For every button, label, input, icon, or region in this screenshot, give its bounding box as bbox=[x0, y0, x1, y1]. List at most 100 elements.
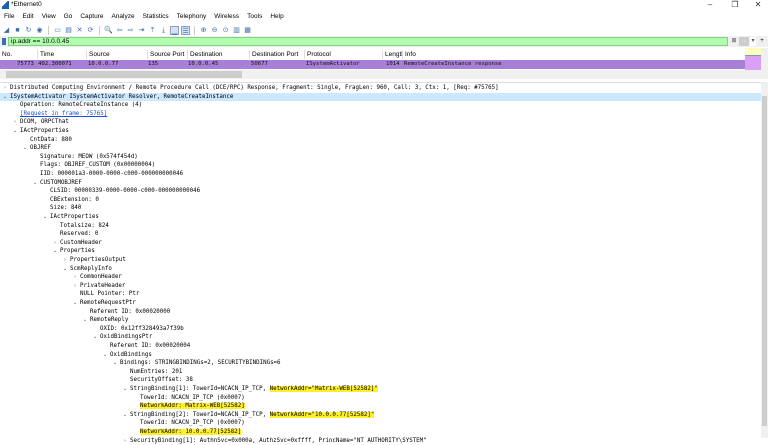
reload-icon[interactable]: ⟳ bbox=[86, 26, 95, 35]
tree-item[interactable]: Reserved: 0 bbox=[0, 230, 761, 239]
tree-item[interactable]: Signature: MEOW (0x574f454d) bbox=[0, 153, 761, 162]
chevron-right-icon[interactable]: › bbox=[11, 118, 19, 127]
menu-wireless[interactable]: Wireless bbox=[210, 12, 243, 22]
restart-icon[interactable]: ↻ bbox=[24, 26, 33, 35]
menu-statistics[interactable]: Statistics bbox=[139, 12, 173, 22]
chevron-down-icon[interactable]: ⌄ bbox=[91, 333, 99, 342]
tree-item[interactable]: ⌄ StringBinding[1]: TowerId=NCACN_IP_TCP,… bbox=[0, 385, 761, 394]
options-icon[interactable]: ◉ bbox=[35, 26, 44, 35]
tree-item[interactable]: IID: 000001a3-0000-0000-c000-00000000004… bbox=[0, 170, 761, 179]
tree-item[interactable]: › PropertiesOutput bbox=[0, 256, 761, 265]
column-source-port[interactable]: Source Port bbox=[148, 50, 188, 59]
tree-item[interactable]: › PrivateHeader bbox=[0, 282, 761, 291]
tree-item[interactable]: NULL Pointer: Ptr bbox=[0, 290, 761, 299]
tree-item[interactable]: ⌄ Properties bbox=[0, 247, 761, 256]
display-filter-input[interactable]: ip.addr == 10.0.0.45 bbox=[8, 37, 728, 46]
resize-columns-icon[interactable]: ▥ bbox=[232, 26, 241, 35]
chevron-down-icon[interactable]: ⌄ bbox=[101, 351, 109, 360]
menu-tools[interactable]: Tools bbox=[243, 12, 266, 22]
tree-item[interactable]: ⌄ OBJREF bbox=[0, 144, 761, 153]
add-filter-button[interactable]: + bbox=[758, 37, 766, 46]
chevron-down-icon[interactable]: ⌄ bbox=[21, 144, 29, 153]
tree-item[interactable]: Operation: RemoteCreateInstance (4) bbox=[0, 101, 761, 110]
menu-edit[interactable]: Edit bbox=[18, 12, 37, 22]
last-icon[interactable]: ⤓ bbox=[159, 26, 168, 35]
tree-item[interactable]: ⌄ RemoteReply bbox=[0, 316, 761, 325]
menu-capture[interactable]: Capture bbox=[76, 12, 107, 22]
tree-item[interactable]: › Distributed Computing Environment / Rem… bbox=[0, 84, 761, 93]
tree-item[interactable]: NumEntries: 201 bbox=[0, 368, 761, 377]
column-no[interactable]: No. bbox=[0, 50, 38, 59]
tree-item-label[interactable]: [Request in frame: 75765] bbox=[20, 111, 107, 117]
zoom-reset-icon[interactable]: ⊙ bbox=[221, 26, 230, 35]
tree-item[interactable]: ⌄ OxidBindings bbox=[0, 351, 761, 360]
tree-item[interactable]: ⌄ RemoteRequestPtr bbox=[0, 299, 761, 308]
chevron-down-icon[interactable]: ⌄ bbox=[121, 411, 129, 420]
tree-item[interactable]: ⌄ IActProperties bbox=[0, 213, 761, 222]
autoscroll-icon[interactable]: ▁ bbox=[170, 25, 179, 35]
tree-item[interactable]: ⌄ ISystemActivator ISystemActivator Resol… bbox=[0, 92, 761, 102]
chevron-down-icon[interactable]: ⌄ bbox=[111, 359, 119, 368]
chevron-down-icon[interactable]: ⌄ bbox=[11, 127, 19, 136]
tree-item[interactable]: SecurityOffset: 38 bbox=[0, 376, 761, 385]
column-destination-port[interactable]: Destination Port bbox=[250, 50, 305, 59]
chevron-down-icon[interactable]: ⌄ bbox=[41, 213, 49, 222]
shark-fin-start-icon[interactable]: ◢ bbox=[2, 26, 11, 35]
chevron-right-icon[interactable]: › bbox=[71, 282, 79, 291]
tree-item[interactable]: ⌄ StringBinding[2]: TowerId=NCACN_IP_TCP,… bbox=[0, 411, 761, 420]
chevron-down-icon[interactable]: ⌄ bbox=[31, 179, 39, 188]
tree-item[interactable]: NetworkAddr: Matrix-WEB[52582] bbox=[0, 402, 761, 411]
filter-dropdown[interactable]: ▾ bbox=[750, 37, 756, 46]
packet-minimap[interactable] bbox=[745, 48, 761, 70]
open-icon[interactable]: ▭ bbox=[53, 26, 62, 35]
tree-item[interactable]: › CommonHeader bbox=[0, 273, 761, 282]
first-icon[interactable]: ⤒ bbox=[148, 26, 157, 35]
tree-item[interactable]: › DCOM, ORPCThat bbox=[0, 118, 761, 127]
tree-item[interactable]: Referent ID: 0x00020004 bbox=[0, 342, 761, 351]
chevron-right-icon[interactable]: › bbox=[1, 84, 9, 93]
tree-item[interactable]: ⌄ OxidBindingsPtr bbox=[0, 333, 761, 342]
tree-item[interactable]: TowerId: NCACN_IP_TCP (0x0007) bbox=[0, 419, 761, 428]
menu-analyze[interactable]: Analyze bbox=[107, 12, 138, 22]
menu-help[interactable]: Help bbox=[266, 12, 287, 22]
tree-item[interactable]: CntData: 880 bbox=[0, 136, 761, 145]
tree-item[interactable]: NetworkAddr: 10.0.0.77[52582] bbox=[0, 428, 761, 437]
tree-item[interactable]: CLSID: 00000339-0000-0000-c000-000000000… bbox=[0, 187, 761, 196]
menu-file[interactable]: File bbox=[0, 12, 18, 22]
tree-item[interactable]: Referent ID: 0x00020000 bbox=[0, 308, 761, 317]
menu-telephony[interactable]: Telephony bbox=[173, 12, 211, 22]
column-protocol[interactable]: Protocol bbox=[305, 50, 383, 59]
tree-item[interactable]: ⌄ IActProperties bbox=[0, 127, 761, 136]
bookmark-icon[interactable] bbox=[2, 38, 6, 45]
stop-icon[interactable]: ■ bbox=[13, 26, 22, 35]
chevron-down-icon[interactable]: ⌄ bbox=[121, 385, 129, 394]
details-scrollbar[interactable] bbox=[761, 82, 768, 438]
menu-go[interactable]: Go bbox=[60, 12, 77, 22]
column-time[interactable]: Time bbox=[38, 50, 87, 59]
colorize-icon[interactable]: ☰ bbox=[181, 25, 190, 35]
apply-filter-button[interactable]: → bbox=[739, 37, 749, 46]
packet-list-scrollbar[interactable] bbox=[761, 48, 768, 70]
packet-list-hscrollbar[interactable] bbox=[0, 70, 768, 79]
tree-item[interactable]: TowerId: NCACN_IP_TCP (0x0007) bbox=[0, 394, 761, 403]
chevron-right-icon[interactable]: › bbox=[51, 239, 59, 248]
forward-icon[interactable]: ⇨ bbox=[126, 26, 135, 35]
tree-item[interactable]: ⌄ ScmReplyInfo bbox=[0, 265, 761, 274]
zoom-in-icon[interactable]: ⊕ bbox=[199, 26, 208, 35]
chevron-down-icon[interactable]: ⌄ bbox=[61, 265, 69, 274]
packet-row[interactable]: 75773 402.300071 10.0.0.77 135 10.0.0.45… bbox=[0, 60, 745, 69]
chevron-right-icon[interactable]: › bbox=[61, 256, 69, 265]
scroll-thumb[interactable] bbox=[6, 71, 242, 78]
chevron-right-icon[interactable]: › bbox=[71, 273, 79, 282]
tree-item[interactable]: ⌄ CUSTOMOBJREF bbox=[0, 179, 761, 188]
chevron-down-icon[interactable]: ⌄ bbox=[1, 93, 9, 102]
tree-item[interactable]: Size: 840 bbox=[0, 204, 761, 213]
column-length[interactable]: Length bbox=[383, 50, 403, 59]
close-file-icon[interactable]: ✕ bbox=[75, 26, 84, 35]
save-icon[interactable]: ▤ bbox=[64, 26, 73, 35]
find-icon[interactable]: 🔍 bbox=[104, 26, 113, 35]
column-source[interactable]: Source bbox=[87, 50, 148, 59]
column-info[interactable]: Info bbox=[403, 50, 743, 59]
tree-item[interactable]: Flags: OBJREF_CUSTOM (0x00000004) bbox=[0, 161, 761, 170]
layout-icon[interactable]: ▦ bbox=[243, 26, 252, 35]
